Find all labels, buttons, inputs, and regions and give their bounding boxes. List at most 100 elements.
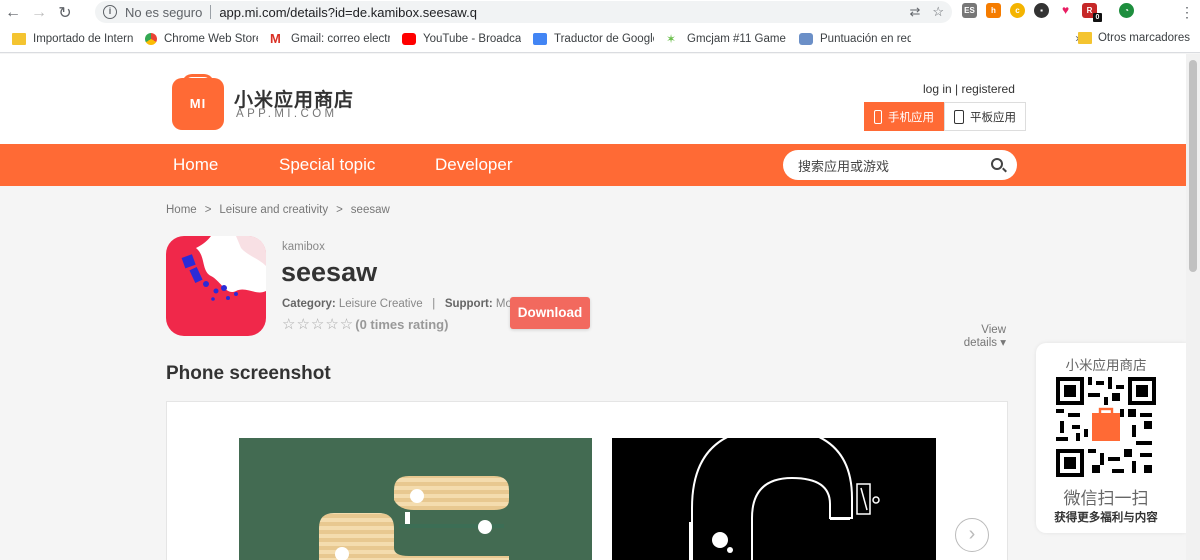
browser-toolbar: ← → ↻ i No es seguro app.mi.com/details?… <box>0 0 1200 25</box>
qr-code-image <box>1056 377 1156 477</box>
search-placeholder: 搜索应用或游戏 <box>798 158 890 174</box>
chrome-web-store-icon <box>145 32 157 45</box>
bookmark-item[interactable]: YouTube - Broadcast <box>402 32 521 45</box>
bookmark-item[interactable]: M Gmail: correo electró <box>270 33 390 45</box>
chrome-menu-icon[interactable]: ⋮ <box>1180 4 1194 20</box>
bookmark-label: Chrome Web Store <box>164 32 258 45</box>
nav-special-topic[interactable]: Special topic <box>279 155 375 175</box>
seesaw-app-art <box>181 236 266 301</box>
rating-count: (0 times rating) <box>355 316 449 332</box>
search-input[interactable]: 搜索应用或游戏 <box>783 150 1017 180</box>
auth-separator: | <box>955 82 959 96</box>
extension-es-icon[interactable]: ES <box>962 3 977 18</box>
page-scrollbar[interactable] <box>1186 54 1200 560</box>
breadcrumb-separator: > <box>336 204 343 216</box>
forward-arrow-icon[interactable]: → <box>26 0 52 25</box>
bookmark-item[interactable]: ✶ Gmcjam #11 Game T <box>666 33 787 45</box>
meta-separator: | <box>432 298 436 310</box>
qr-panel: 小米应用商店 微信扫一扫 获得更多福利与内容 <box>1036 343 1186 533</box>
extension-yellow-icon[interactable]: c <box>1010 3 1025 18</box>
category-label: Category: <box>282 298 336 310</box>
bookmark-star-icon[interactable]: ☆ <box>932 4 944 20</box>
google-translate-icon <box>533 32 547 45</box>
app-rating: ☆☆☆☆☆ (0 times rating) <box>282 315 448 333</box>
screenshot-1[interactable] <box>239 438 592 560</box>
register-link[interactable]: registered <box>962 82 1015 96</box>
app-icon <box>166 236 266 336</box>
bookmark-label: Gmail: correo electró <box>291 32 390 45</box>
youtube-icon <box>402 32 416 45</box>
view-details-link[interactable]: View details ▾ <box>958 324 1006 350</box>
screenshot-1-art <box>319 476 509 560</box>
qr-caption: 获得更多福利与内容 <box>1054 512 1158 524</box>
search-icon[interactable] <box>991 158 1003 170</box>
breadcrumb-home[interactable]: Home <box>166 204 197 216</box>
insecure-label: No es seguro <box>125 4 203 20</box>
nav-developer[interactable]: Developer <box>435 155 513 175</box>
next-screenshot-button[interactable]: › <box>955 518 989 552</box>
tab-tablet-apps[interactable]: 平板应用 <box>944 102 1026 131</box>
extensions-area: ES h c ▪ ♥ R0 ◔ <box>962 3 1134 22</box>
folder-icon <box>1077 32 1092 44</box>
bookmark-item[interactable]: Chrome Web Store <box>145 32 258 45</box>
back-arrow-icon[interactable]: ← <box>0 0 26 25</box>
brand-name-en: APP.MI.COM <box>236 108 338 120</box>
other-bookmarks-folder[interactable]: Otros marcadores <box>1077 32 1190 44</box>
bookmark-item[interactable]: Traductor de Google <box>533 32 654 45</box>
reload-icon[interactable]: ↻ <box>52 0 78 25</box>
app-meta: Category: Leisure Creative | Support: Mo… <box>282 298 512 314</box>
breadcrumb-separator: > <box>204 204 212 216</box>
auth-links: log in | registered <box>923 82 1015 96</box>
bookmark-label: Traductor de Google <box>554 32 654 45</box>
tab-phone-apps[interactable]: 手机应用 <box>864 102 944 131</box>
site-header: MI 小米应用商店 APP.MI.COM log in | registered… <box>0 54 1186 144</box>
bookmark-label: Puntuación en redes <box>820 32 911 45</box>
extension-badge-icon[interactable]: R0 <box>1082 3 1102 22</box>
login-link[interactable]: log in <box>923 82 952 96</box>
category-value: Leisure Creative <box>338 298 423 310</box>
page-content: MI 小米应用商店 APP.MI.COM log in | registered… <box>0 54 1186 560</box>
screenshot-2[interactable] <box>612 438 936 560</box>
social-score-icon <box>799 32 813 45</box>
support-label: Support: <box>444 298 493 310</box>
other-bookmarks-label: Otros marcadores <box>1097 32 1190 44</box>
bookmark-item[interactable]: Puntuación en redes <box>799 32 911 45</box>
screenshots-heading: Phone screenshot <box>166 363 331 384</box>
app-title: seesaw <box>281 257 378 287</box>
app-developer[interactable]: kamibox <box>282 241 325 253</box>
gmail-icon: M <box>270 32 281 45</box>
bookmarks-bar: Importado de Interne Chrome Web Store M … <box>0 25 1200 53</box>
screenshot-2-art <box>689 438 880 560</box>
tab-tablet-label: 平板应用 <box>970 111 1016 124</box>
nav-home[interactable]: Home <box>173 155 218 175</box>
scrollbar-thumb[interactable] <box>1189 60 1197 272</box>
breadcrumb: Home > Leisure and creativity > seesaw <box>166 204 390 216</box>
download-button[interactable]: Download <box>510 297 590 329</box>
breadcrumb-category[interactable]: Leisure and creativity <box>219 204 328 216</box>
profile-avatar[interactable]: ◔ <box>1119 3 1134 18</box>
extension-badge-count: 0 <box>1093 13 1102 22</box>
translate-icon[interactable]: ⇄ <box>909 4 920 20</box>
extension-orange-icon[interactable]: h <box>986 3 1001 18</box>
tablet-icon <box>954 109 964 124</box>
address-bar[interactable]: i No es seguro app.mi.com/details?id=de.… <box>95 1 952 23</box>
tab-phone-label: 手机应用 <box>888 111 934 124</box>
qr-title: 小米应用商店 <box>1065 358 1147 373</box>
folder-icon <box>12 32 26 45</box>
info-icon[interactable]: i <box>103 5 117 19</box>
main-nav: Home Special topic Developer 搜索应用或游戏 <box>0 144 1186 186</box>
breadcrumb-current: seesaw <box>350 204 390 216</box>
bookmark-item[interactable]: Importado de Interne <box>12 32 133 45</box>
bookmark-label: Gmcjam #11 Game T <box>687 32 787 45</box>
extension-shield-icon[interactable]: ▪ <box>1034 3 1049 18</box>
qr-subtitle: 微信扫一扫 <box>1063 489 1149 508</box>
rating-stars-icon: ☆☆☆☆☆ <box>282 316 355 333</box>
extension-bird-icon[interactable]: ♥ <box>1058 3 1073 18</box>
device-tabs: 手机应用 平板应用 <box>864 102 1026 131</box>
bookmark-label: Importado de Interne <box>33 32 133 45</box>
phone-icon <box>874 109 882 124</box>
omnibox-divider <box>210 5 212 19</box>
url-text: app.mi.com/details?id=de.kamibox.seesaw.… <box>219 4 477 20</box>
gmcjam-icon: ✶ <box>666 32 677 45</box>
mi-logo[interactable]: MI <box>172 78 224 130</box>
